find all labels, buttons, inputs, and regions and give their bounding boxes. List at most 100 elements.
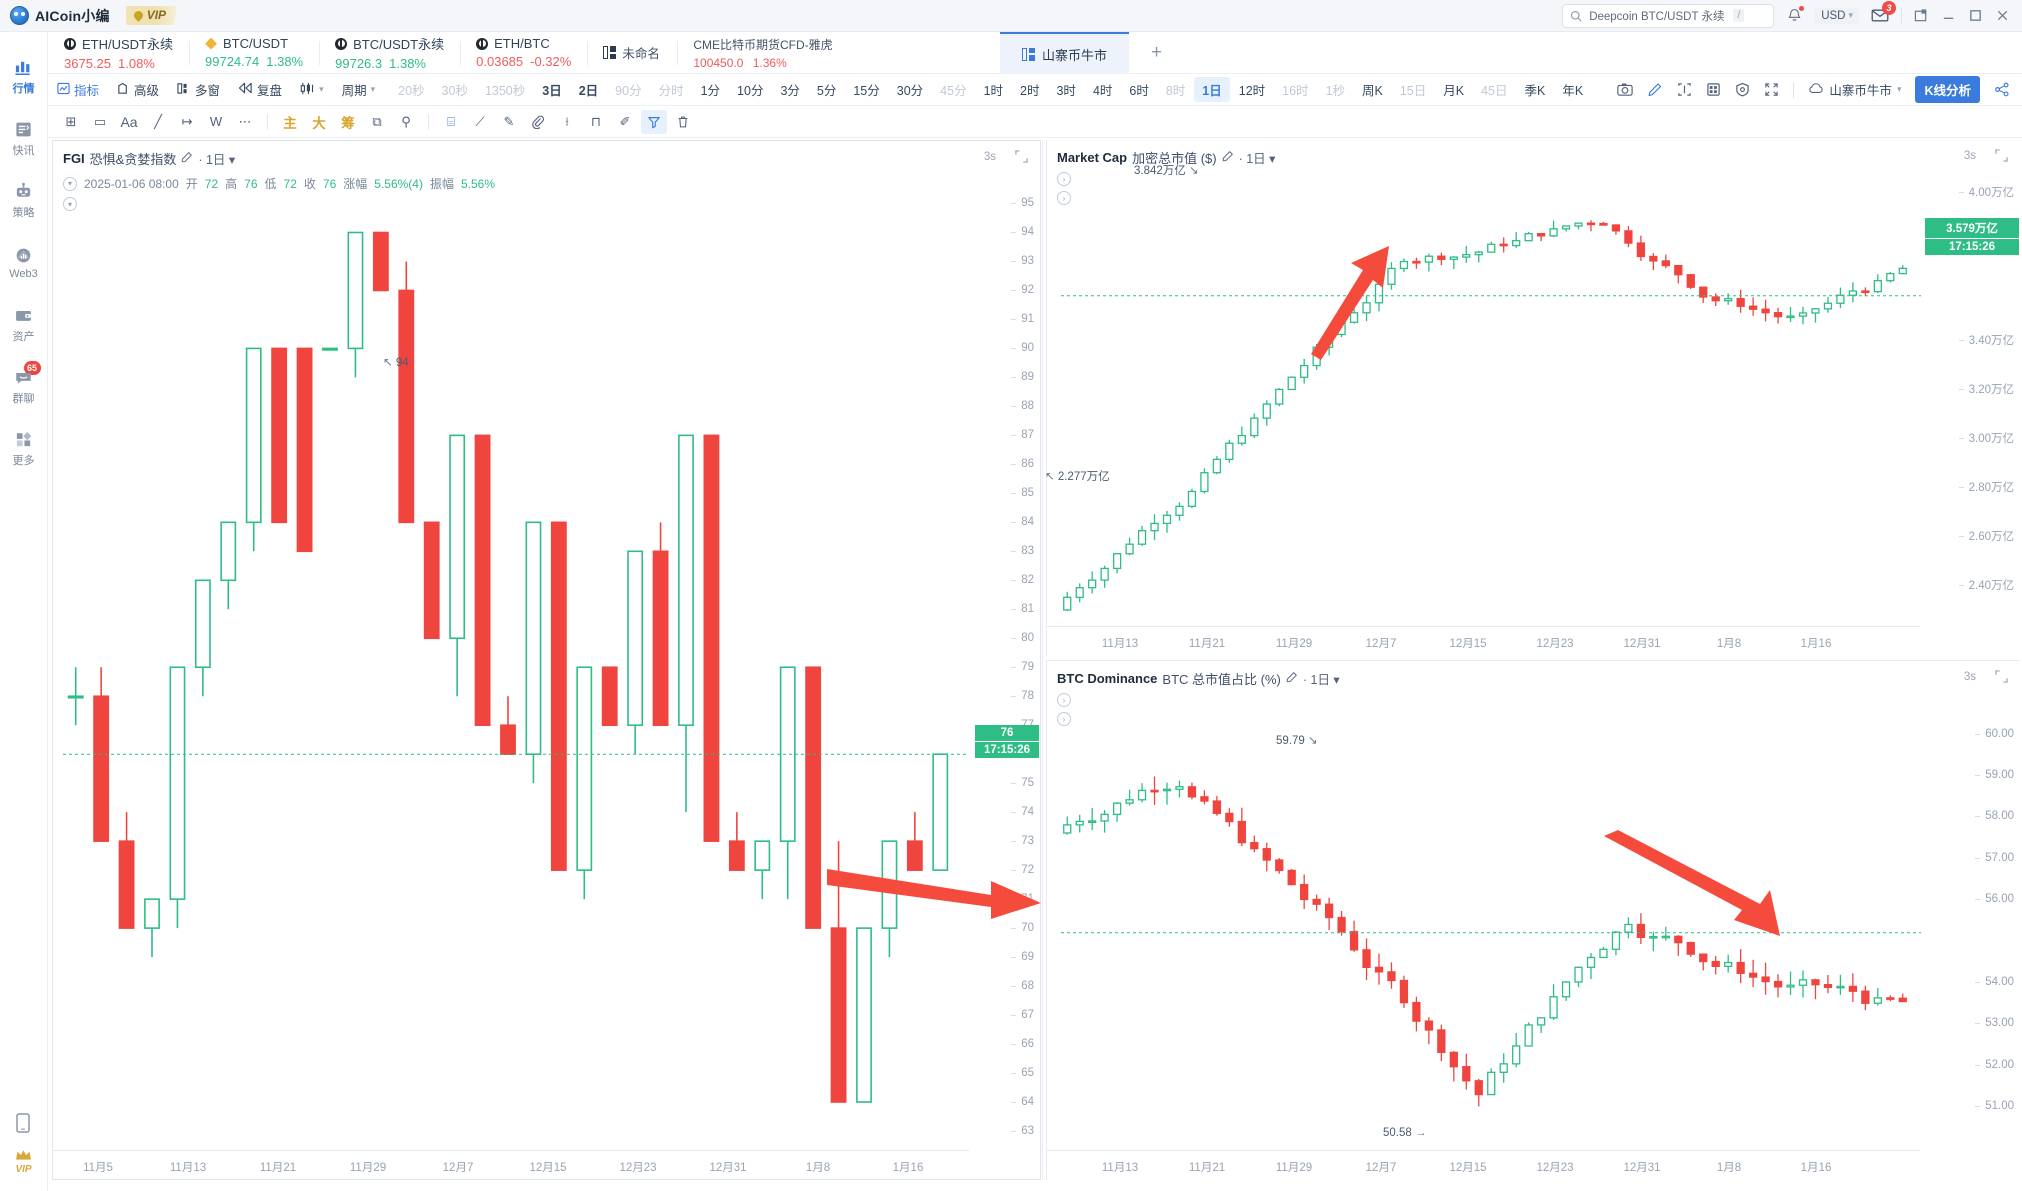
bookmark-icon[interactable]: ⌸ (438, 110, 464, 134)
vip-crown-icon[interactable]: VIP (15, 1149, 32, 1175)
add-tab-button[interactable]: + (1129, 32, 1184, 74)
timeframe-15m[interactable]: 15分 (845, 77, 887, 102)
multiwindow-button[interactable]: 多窗 (168, 80, 229, 99)
magnet-copy-icon[interactable]: ⧉ (364, 110, 390, 134)
timeframe-weekly[interactable]: 周K (1354, 77, 1391, 102)
pencil-icon[interactable] (1647, 82, 1663, 97)
more-tools-icon[interactable]: ⋯ (232, 110, 258, 134)
timeframe-30s[interactable]: 30秒 (434, 77, 476, 102)
marketcap-x-axis[interactable]: 11月13 11月21 11月29 12月7 12月15 12月23 12月31 1月8 1月1… (1047, 626, 1920, 656)
period-button[interactable]: 周期 ▾ (333, 80, 385, 99)
trendline-icon[interactable]: ╱ (145, 110, 171, 134)
pane-divider[interactable] (1042, 140, 1043, 1180)
clip-icon[interactable] (525, 110, 551, 134)
lock-icon[interactable]: ⊓ (583, 110, 609, 134)
replay-button[interactable]: 复盘 (229, 80, 291, 99)
timeframe-2h[interactable]: 2时 (1012, 77, 1047, 102)
fgi-x-axis[interactable]: 11月5 11月13 11月21 11月29 12月7 12月15 12月23 12月31 1月… (53, 1150, 969, 1180)
timeframe-1s[interactable]: 1秒 (1318, 77, 1353, 102)
timeframe-10m[interactable]: 10分 (729, 77, 771, 102)
camera-icon[interactable] (1617, 82, 1634, 97)
chips-icon[interactable]: 筹 (335, 110, 361, 134)
restore-icon[interactable] (1914, 8, 1929, 23)
indicators-button[interactable]: 指标 (48, 80, 108, 99)
advanced-button[interactable]: 高级 (108, 80, 168, 99)
search-input[interactable]: Deepcoin BTC/USDT 永续 / (1562, 3, 1775, 28)
timeframe-1350s[interactable]: 1350秒 (477, 77, 533, 102)
expand-row-icon[interactable]: ▾ (63, 197, 77, 211)
trash-icon[interactable] (670, 110, 696, 134)
timeframe-3m[interactable]: 3分 (772, 77, 807, 102)
layers-icon[interactable] (1706, 82, 1721, 97)
edit-icon[interactable] (1222, 150, 1234, 165)
timeframe-monthly[interactable]: 月K (1435, 77, 1472, 102)
ticker-cme-btc-futures[interactable]: CME比特币期货CFD-雅虎 100450.0 1.36% (677, 32, 848, 74)
sidebar-item-more[interactable]: 更多 (0, 418, 48, 480)
crosshair-add-icon[interactable]: ⊞ (58, 110, 84, 134)
expand-row-icon[interactable]: › (1057, 693, 1071, 707)
minimize-icon[interactable] (1941, 8, 1956, 23)
close-icon[interactable] (1995, 8, 2010, 23)
sidebar-item-web3[interactable]: Web3 (0, 232, 48, 294)
sidebar-item-news[interactable]: 快讯 (0, 108, 48, 170)
sidebar-item-strategy[interactable]: 策略 (0, 170, 48, 232)
wave-icon[interactable]: W (203, 110, 229, 134)
timeframe-12h[interactable]: 12时 (1231, 77, 1273, 102)
timeframe-1m[interactable]: 1分 (693, 77, 728, 102)
collapse-icon[interactable] (1764, 82, 1779, 97)
timeframe-2d[interactable]: 2日 (571, 77, 606, 102)
fgi-plot[interactable] (53, 141, 1040, 1179)
timeframe-5m[interactable]: 5分 (809, 77, 844, 102)
chart-pane-fgi[interactable]: FGI 恐惧&贪婪指数 · 1日 ▾ ▾ 2025-01-06 08:00 开 … (52, 140, 1041, 1180)
magnet-icon[interactable]: ⚲ (393, 110, 419, 134)
timeframe-45d[interactable]: 45日 (1473, 77, 1515, 102)
edit-icon[interactable] (1286, 671, 1298, 686)
mail-icon[interactable]: 3 (1871, 1, 1896, 23)
collapse-toggle-icon[interactable]: ▾ (63, 176, 77, 191)
fgi-y-axis[interactable]: 9594939291908988878685848382818079787776… (968, 141, 1040, 1179)
rectangle-icon[interactable]: ▭ (87, 110, 113, 134)
shield-icon[interactable] (1735, 82, 1750, 97)
mobile-icon[interactable] (14, 1112, 33, 1133)
chart-pane-marketcap[interactable]: Market Cap 加密总市值 ($) · 1日 ▾ › › 3s 4.00万… (1045, 140, 2020, 656)
timeframe-20s[interactable]: 20秒 (390, 77, 432, 102)
timeframe-90m[interactable]: 90分 (607, 77, 649, 102)
edit-note-icon[interactable]: ✐ (612, 110, 638, 134)
measure-icon[interactable]: ⟊ (554, 110, 580, 134)
expand-row-icon[interactable]: › (1057, 712, 1071, 726)
candle-style-button[interactable]: ▾ (291, 82, 333, 98)
ticker-btc-usdt-perp[interactable]: BTC/USDT永续 99726.3 1.38% (319, 32, 460, 74)
horizontal-segment-icon[interactable]: ↦ (174, 110, 200, 134)
timeframe-4h[interactable]: 4时 (1085, 77, 1120, 102)
main-chart-icon[interactable]: 主 (277, 110, 303, 134)
kline-analysis-button[interactable]: K线分析 (1915, 76, 1980, 103)
filter-icon[interactable] (641, 109, 667, 134)
dominance-y-axis[interactable]: 60.00 59.00 58.00 57.00 56.00 54.00 53.00 52.00… (1920, 661, 2020, 1180)
timeframe-3h[interactable]: 3时 (1048, 77, 1083, 102)
edit-icon[interactable] (181, 151, 193, 166)
maximize-icon[interactable] (1968, 8, 1983, 23)
ticker-layout-unnamed[interactable]: 未命名 (587, 32, 677, 74)
timeframe-3d[interactable]: 3日 (534, 77, 569, 102)
sidebar-item-chat[interactable]: 65 群聊 (0, 356, 48, 418)
share-icon[interactable] (1994, 82, 2010, 97)
workspace-select[interactable]: 山寨币牛市 ▾ (1808, 80, 1901, 99)
dominance-period[interactable]: · 1日 ▾ (1303, 669, 1340, 688)
snapshot-icon[interactable] (1677, 82, 1692, 97)
tab-shanzhai-bull[interactable]: 山寨币牛市 (1000, 32, 1130, 74)
timeframe-1d[interactable]: 1日 (1194, 77, 1230, 102)
dominance-plot[interactable] (1047, 661, 2020, 1180)
fgi-period[interactable]: · 1日 ▾ (198, 149, 235, 168)
sidebar-item-assets[interactable]: 资产 (0, 294, 48, 356)
marketcap-period[interactable]: · 1日 ▾ (1239, 148, 1276, 167)
timeframe-30m[interactable]: 30分 (889, 77, 931, 102)
timeframe-8h[interactable]: 8时 (1158, 77, 1193, 102)
text-icon[interactable]: Aa (116, 110, 142, 134)
brush-icon[interactable]: ✎ (496, 110, 522, 134)
timeframe-15d[interactable]: 15日 (1392, 77, 1434, 102)
marketcap-plot[interactable] (1047, 140, 2020, 656)
timeframe-quarterly[interactable]: 季K (1517, 77, 1554, 102)
bell-icon[interactable] (1786, 6, 1805, 24)
timeframe-timeline[interactable]: 分时 (651, 77, 692, 102)
ruler-icon[interactable]: ⟋ (467, 110, 493, 134)
